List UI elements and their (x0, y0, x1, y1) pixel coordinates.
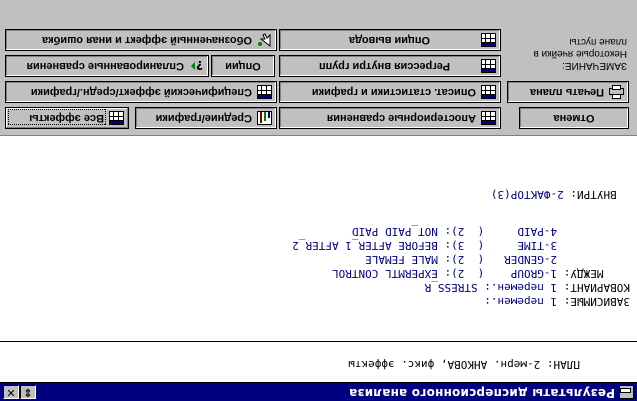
output-value: 2-GENDER ( 2): MALE FEMALE (365, 253, 558, 266)
output-options-button[interactable]: Опции вывода (279, 29, 501, 51)
output-line: КОВАРИАНТ: 1 перемен.: STRESS_R (425, 281, 630, 294)
design-output: ЗАВИСИМЫЕ: 1 перемен.: КОВАРИАНТ: 1 пере… (0, 136, 637, 341)
output-line: МЕЖДУ: 1-GROUP ( 2): EXPERMTL CONTROL (332, 267, 630, 280)
restore-button[interactable]: ⇕ (20, 385, 36, 399)
output-line: 3-TIME ( 3): BEFORE AFTER_1 AFTER_2 (292, 239, 630, 252)
question-icon: ? (189, 58, 204, 73)
output-label: ЗАВИСИМЫЕ: (557, 295, 630, 308)
output-line: 2-GENDER ( 2): MALE FEMALE (365, 253, 630, 266)
planned-comparisons-button[interactable]: ? Спланированные сравнения (5, 55, 209, 77)
svg-text:?: ? (196, 59, 203, 72)
output-line: 4-PAID ( 2): NOT_PAID PAID (352, 225, 630, 238)
button-toolbar: Отмена Апостериорные сравнения Средние/г… (0, 0, 637, 136)
output-label (557, 225, 630, 238)
table-icon (257, 85, 272, 99)
options-button[interactable]: Опции (211, 55, 275, 77)
printer-icon (609, 85, 624, 99)
output-line: ЗАВИСИМЫЕ: 1 перемен.: (484, 295, 630, 308)
significant-effects-button[interactable]: Обозначенный эффект и иная ошибка (5, 29, 277, 51)
pointer-icon (257, 33, 272, 48)
within-regression-label: Регрессия внутри групп (318, 60, 450, 72)
descriptive-stats-label: Описат. статистики и графики (311, 86, 476, 98)
output-value: 3-TIME ( 3): BEFORE AFTER_1 AFTER_2 (292, 239, 558, 252)
output-label: МЕЖДУ: (557, 267, 630, 280)
note-heading: ЗАМЕЧАНИЕ: (562, 60, 627, 71)
output-value: 1 перемен.: STRESS_R (424, 281, 558, 294)
table-icon (481, 111, 496, 125)
aposteriori-label: Апостериорные сравнения (326, 112, 476, 124)
table-icon (481, 59, 496, 73)
aposteriori-button[interactable]: Апостериорные сравнения (279, 107, 501, 129)
significant-effects-label: Обозначенный эффект и иная ошибка (41, 34, 252, 46)
plan-panel: ПЛАН: 2-мерн. АНКОВА, фикс. эффекты (0, 341, 637, 382)
specified-effect-label: Специфический эффект/средн./графики (30, 86, 252, 98)
output-label (557, 239, 630, 252)
within-regression-button[interactable]: Регрессия внутри групп (279, 55, 501, 77)
table-icon (109, 111, 124, 125)
table-icon (481, 85, 496, 99)
all-effects-label: Все эффекты (29, 112, 104, 124)
table-icon (481, 33, 496, 47)
title-bar: Результаты дисперсионного анализа ⇕ ✕ (0, 382, 637, 401)
output-value: 2-ФАКТОР(3) (490, 188, 564, 201)
note-line: Некоторые ячейки в (533, 48, 627, 59)
means-graphs-label: Средние/графики (155, 112, 252, 124)
chart-icon (257, 111, 272, 125)
output-label: КОВАРИАНТ: (557, 281, 630, 294)
specified-effect-button[interactable]: Специфический эффект/средн./графики (5, 81, 277, 103)
print-plan-label: Печать плана (530, 86, 604, 98)
options-label: Опции (225, 60, 261, 72)
output-label (557, 253, 630, 266)
descriptive-stats-button[interactable]: Описат. статистики и графики (279, 81, 501, 103)
plan-text: ПЛАН: 2-мерн. АНКОВА, фикс. эффекты (348, 358, 580, 371)
output-options-label: Опции вывода (349, 34, 430, 46)
output-line: ВНУТРИ: 2-ФАКТОР(3) (491, 188, 630, 201)
output-value: 1 перемен.: (484, 295, 558, 308)
note-line: плане пусты (569, 36, 627, 47)
cancel-label: Отмена (553, 112, 595, 124)
output-value: 4-PAID ( 2): NOT_PAID PAID (351, 225, 558, 238)
output-value: 1-GROUP ( 2): EXPERMTL CONTROL (331, 267, 558, 280)
print-plan-button[interactable]: Печать плана (507, 81, 629, 103)
planned-comparisons-label: Спланированные сравнения (26, 60, 184, 72)
output-label: ВНУТРИ: (563, 188, 630, 201)
window-title: Результаты дисперсионного анализа (348, 386, 615, 400)
all-effects-button[interactable]: Все эффекты (5, 107, 129, 129)
cancel-button[interactable]: Отмена (519, 107, 629, 129)
means-graphs-button[interactable]: Средние/графики (135, 107, 277, 129)
window-menu-icon[interactable] (619, 385, 634, 399)
close-button[interactable]: ✕ (3, 385, 19, 399)
